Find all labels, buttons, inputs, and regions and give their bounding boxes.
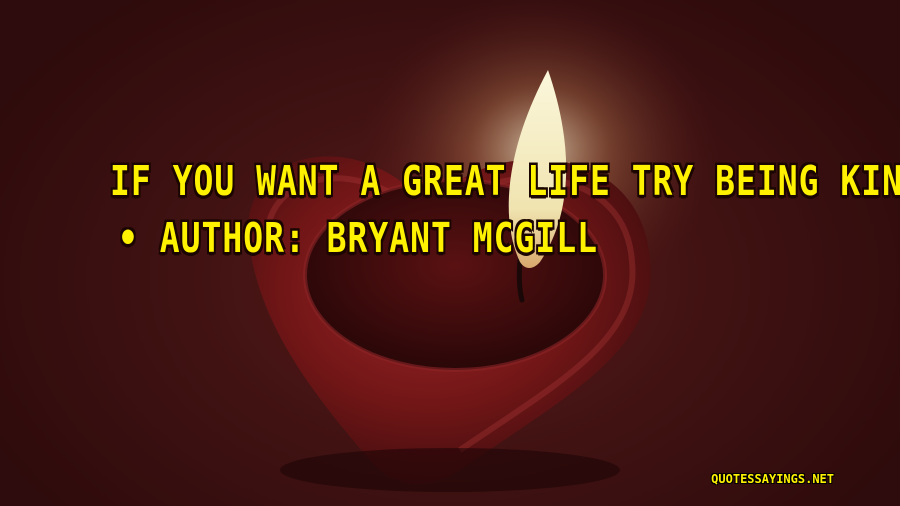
watermark: QUOTESSAYINGS.NET: [711, 472, 834, 486]
wick: [516, 257, 525, 303]
quote-author: • Author: Bryant McGill: [118, 213, 598, 262]
heart-shadow: [280, 448, 620, 492]
background-photo: If you want a great life try being kind.…: [0, 0, 900, 506]
quote-text: If you want a great life try being kind.: [110, 156, 900, 205]
